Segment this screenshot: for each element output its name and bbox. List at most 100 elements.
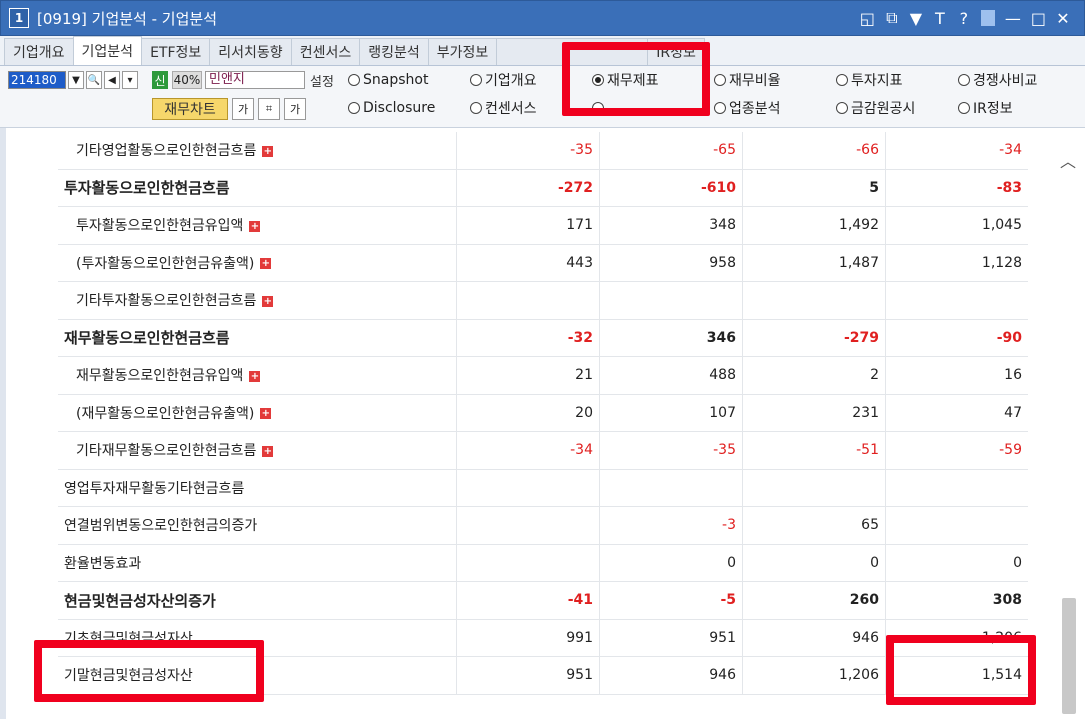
table-cell-value <box>885 469 1028 507</box>
table-cell-value: -35 <box>456 132 600 170</box>
expand-icon[interactable]: ⌗ <box>258 98 280 120</box>
setting-button[interactable]: 설정 <box>310 71 334 90</box>
table-cell-value: 308 <box>885 581 1028 620</box>
radio-label: IR정보 <box>973 101 1013 117</box>
table-row: (투자활동으로인한현금유출액) +443 958 1,487 1,128 <box>58 244 1028 282</box>
table-cell-value: -32 <box>456 319 600 357</box>
row-label: 현금및현금성자산의증가 <box>58 581 457 620</box>
table-cell-value: -83 <box>885 169 1028 207</box>
expand-plus-icon[interactable]: + <box>262 145 274 157</box>
tab-company-overview[interactable]: 기업개요 <box>4 38 74 65</box>
tab-ranking[interactable]: 랭킹분석 <box>359 38 429 65</box>
tab-company-analysis[interactable]: 기업분석 <box>72 36 143 65</box>
radio-dot <box>958 74 970 86</box>
radio-label: Disclosure <box>363 100 436 116</box>
row-label-text: 환율변동효과 <box>64 555 142 572</box>
tab-etf-info[interactable]: ETF정보 <box>141 38 211 65</box>
window-title: [0919] 기업분석 - 기업분석 <box>37 9 217 28</box>
table-cell-value: -65 <box>599 132 743 170</box>
radio-disclosure[interactable]: Disclosure <box>348 96 435 120</box>
radio-consensus[interactable]: 컨센서스 <box>470 96 537 120</box>
help-icon[interactable]: ? <box>957 9 971 28</box>
tab-research[interactable]: 리서치동향 <box>209 38 292 65</box>
table-cell-value: 1,128 <box>885 244 1028 282</box>
expand-plus-icon[interactable]: + <box>262 445 274 457</box>
radio-label: 기업개요 <box>485 73 537 89</box>
highlight-box-ending-cash-label <box>34 640 264 702</box>
table-cell-value <box>599 281 743 320</box>
row-label-text: 투자활동으로인한현금유입액 <box>76 218 244 235</box>
radio-label: 재무비율 <box>729 73 781 89</box>
row-label-text: 기타재무활동으로인한현금흐름 <box>76 443 257 460</box>
speaker-icon[interactable]: ◀ <box>104 71 120 89</box>
tab-extra-info[interactable]: 부가정보 <box>427 38 498 65</box>
table-cell-value: -59 <box>885 431 1028 470</box>
table-cell-value <box>885 506 1028 545</box>
table-cell-value <box>742 469 886 507</box>
radio-label: 금감원공시 <box>851 101 916 117</box>
row-label: 재무활동으로인한현금흐름 <box>58 319 457 357</box>
table-cell-value: 1,487 <box>742 244 886 282</box>
table-cell-value: 231 <box>742 394 886 432</box>
table-cell-value: 107 <box>599 394 743 432</box>
view-radio-group: Snapshot 기업개요 재무제표 재무비율 투자지표 경쟁사비교 Discl… <box>348 68 1078 124</box>
financial-chart-button[interactable]: 재무차트 <box>152 98 228 120</box>
stock-code-input[interactable]: 214180 <box>8 71 66 89</box>
font-decrease-button[interactable]: 가 <box>284 98 306 120</box>
pin-icon[interactable]: ▼ <box>909 9 923 28</box>
tab-consensus[interactable]: 컨센서스 <box>290 38 361 65</box>
table-row: 기타투자활동으로인한현금흐름 + <box>58 281 1028 320</box>
toolbar: 214180 ▼ 🔍 ◀ ▾ 신 40% 민앤지 설정 재무차트 가 ⌗ 가 S… <box>0 66 1085 128</box>
maximize-icon[interactable]: □ <box>1031 9 1046 28</box>
table-cell-value: 0 <box>742 544 886 582</box>
table-row: 투자활동으로인한현금유입액 +171 348 1,492 1,045 <box>58 206 1028 245</box>
font-size-icon[interactable]: T <box>933 9 947 28</box>
table-cell-value: -35 <box>599 431 743 470</box>
cashflow-table: 기타영업활동으로인한현금흐름 + -35 -65 -66 -34 투자활동으로인한현금흐름 -… <box>58 132 1028 695</box>
table-cell-value: 21 <box>456 356 600 395</box>
close-icon[interactable]: ✕ <box>1056 9 1070 28</box>
radio-ir-info[interactable]: IR정보 <box>958 96 1013 120</box>
minimize-icon[interactable]: — <box>1005 9 1021 28</box>
table-row: 재무활동으로인한현금흐름 -32 346 -279 -90 <box>58 319 1028 357</box>
table-cell-value <box>456 506 600 545</box>
table-row: 기타재무활동으로인한현금흐름 + -34 -35 -51 -59 <box>58 431 1028 470</box>
copy-window-icon[interactable]: ⧉ <box>885 8 899 28</box>
table-cell-value: 65 <box>742 506 886 545</box>
table-cell-value <box>456 544 600 582</box>
radio-financial-ratios[interactable]: 재무비율 <box>714 68 781 92</box>
radio-company-overview[interactable]: 기업개요 <box>470 68 537 92</box>
radio-dot <box>958 102 970 114</box>
table-row: 연결범위변동으로인한현금의증가 -3 65 <box>58 506 1028 545</box>
radio-dot <box>714 74 726 86</box>
table-cell-value: 958 <box>599 244 743 282</box>
font-increase-button[interactable]: 가 <box>232 98 254 120</box>
expand-plus-icon[interactable]: + <box>260 408 272 420</box>
row-label-text: 기타투자활동으로인한현금흐름 <box>76 293 257 310</box>
table-row: 재무활동으로인한현금유입액 +21 488 2 16 <box>58 356 1028 395</box>
expand-plus-icon[interactable]: + <box>260 258 272 270</box>
radio-competitor-comparison[interactable]: 경쟁사비교 <box>958 68 1037 92</box>
table-cell-value: 0 <box>599 544 743 582</box>
radio-snapshot[interactable]: Snapshot <box>348 68 428 92</box>
table-cell-value: -3 <box>599 506 743 545</box>
list-dropdown-icon[interactable]: ▾ <box>122 71 138 89</box>
expand-plus-icon[interactable]: + <box>249 220 261 232</box>
radio-industry-analysis[interactable]: 업종분석 <box>714 96 781 120</box>
table-cell-value <box>456 281 600 320</box>
new-badge[interactable]: 신 <box>152 71 168 89</box>
company-name-field[interactable]: 민앤지 <box>205 71 305 89</box>
table-cell-value: 1,045 <box>885 206 1028 245</box>
table-cell-value: 991 <box>456 619 600 657</box>
radio-fss-disclosure[interactable]: 금감원공시 <box>836 96 915 120</box>
radio-label: 투자지표 <box>851 73 903 89</box>
radio-investment-indicators[interactable]: 투자지표 <box>836 68 903 92</box>
scrollbar-thumb[interactable] <box>1062 598 1076 714</box>
search-icon[interactable]: 🔍 <box>86 71 102 89</box>
expand-plus-icon[interactable]: + <box>249 370 261 382</box>
expand-plus-icon[interactable]: + <box>262 295 274 307</box>
table-cell-value: -272 <box>456 169 600 207</box>
code-dropdown-icon[interactable]: ▼ <box>68 71 84 89</box>
link-window-icon[interactable]: ◱ <box>860 9 875 28</box>
scroll-up-icon[interactable]: ︿ <box>1060 148 1076 172</box>
